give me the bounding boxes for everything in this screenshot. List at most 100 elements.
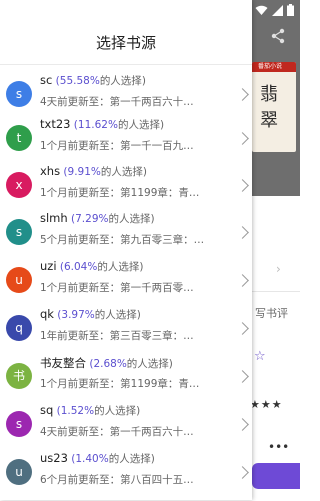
source-title-line: 书友整合 (2.68%的人选择) <box>40 355 173 371</box>
source-list-item[interactable]: 书书友整合 (2.68%的人选择) 1个月前更新至：第1199章：青… <box>0 355 252 405</box>
source-percentage-suffix: 的人选择 <box>94 405 137 417</box>
source-title-line: txt23 (11.62%的人选择) <box>40 117 164 132</box>
source-title-line: qk (3.97%的人选择) <box>40 307 141 322</box>
chevron-right-icon <box>236 418 249 431</box>
source-list-item[interactable]: u uzi (6.04%的人选择) 1个月前更新至：第一千两百零… <box>0 259 252 309</box>
signal-icon <box>272 4 283 16</box>
chevron-right-icon <box>236 226 249 239</box>
source-list-item[interactable]: x xhs (9.91%的人选择) 1个月前更新至：第1199章：青… <box>0 164 252 214</box>
source-percentage: 7.29% <box>75 213 109 225</box>
paren-open: ( <box>52 75 60 87</box>
source-avatar: x <box>6 172 32 198</box>
paren-open: ( <box>67 213 76 225</box>
source-update-info: 1个月前更新至：第1199章：青… <box>40 187 200 199</box>
cover-label: 番茄小说 <box>252 62 296 72</box>
chevron-right-icon <box>236 179 249 192</box>
paren-close: ) <box>150 453 155 465</box>
source-avatar: u <box>6 459 32 485</box>
source-name: sq <box>40 403 54 417</box>
paren-close: ) <box>136 309 141 321</box>
source-update-info: 4天前更新至：第一千两百六十… <box>40 96 194 108</box>
battery-icon <box>287 4 294 16</box>
source-list-item[interactable]: s sc (55.58%的人选择) 4天前更新至：第一千两百六十… <box>0 73 252 123</box>
background-panel <box>252 196 300 500</box>
source-percentage: 3.97% <box>61 309 95 321</box>
source-percentage-suffix: 的人选择 <box>117 119 160 131</box>
cover-art: 翡翠 <box>260 84 278 131</box>
source-percentage-suffix: 的人选择 <box>108 213 151 225</box>
chevron-right-icon <box>236 466 249 479</box>
write-review-link[interactable]: 写书评 <box>255 305 288 321</box>
star-outline-icon: ☆ <box>254 349 266 364</box>
source-percentage: 9.91% <box>67 166 101 178</box>
source-list-item[interactable]: q qk (3.97%的人选择) 1年前更新至：第三百零三章：… <box>0 307 252 357</box>
source-name: qk <box>40 307 54 321</box>
source-avatar: 书 <box>6 363 32 389</box>
paren-open: ( <box>60 166 68 178</box>
source-drawer: 选择书源 s sc (55.58%的人选择) 4天前更新至：第一千两百六十… t txt… <box>0 0 252 500</box>
source-percentage: 11.62% <box>77 119 118 131</box>
status-bar <box>0 0 300 20</box>
chevron-right-icon <box>236 88 249 101</box>
source-percentage-suffix: 的人选择 <box>99 75 142 87</box>
more-icon[interactable]: ••• <box>268 440 289 454</box>
source-percentage: 6.04% <box>63 261 98 273</box>
source-avatar: q <box>6 315 32 341</box>
source-title-line: slmh (7.29%的人选择) <box>40 211 155 226</box>
source-name: 书友整合 <box>40 356 86 370</box>
source-percentage-suffix: 的人选择 <box>108 453 151 465</box>
source-percentage: 1.52% <box>60 405 95 417</box>
source-percentage: 55.58% <box>59 75 100 87</box>
source-percentage-suffix: 的人选择 <box>94 309 137 321</box>
chevron-right-icon <box>236 370 249 383</box>
source-title-line: uzi (6.04%的人选择) <box>40 259 143 274</box>
drawer-title: 选择书源 <box>95 34 156 52</box>
source-avatar: s <box>6 411 32 437</box>
source-percentage: 2.68% <box>93 358 127 370</box>
share-icon[interactable] <box>270 28 286 44</box>
wifi-icon <box>255 5 268 15</box>
source-list-item[interactable]: u us23 (1.40%的人选择) 6个月前更新至：第八百四十五… <box>0 451 252 501</box>
source-name: us23 <box>40 451 68 465</box>
source-avatar: u <box>6 267 32 293</box>
source-percentage-suffix: 的人选择 <box>100 166 143 178</box>
chevron-right-icon <box>236 132 249 145</box>
rating-stars: ★★★ <box>250 398 283 411</box>
source-avatar: t <box>6 125 32 151</box>
source-update-info: 1个月前更新至：第1199章：青… <box>40 378 200 390</box>
paren-close: ) <box>150 213 155 225</box>
paren-close: ) <box>142 166 147 178</box>
paren-open: ( <box>70 119 78 131</box>
source-list-item[interactable]: t txt23 (11.62%的人选择) 1个月前更新至：第一千一百九… <box>0 117 252 167</box>
source-avatar: s <box>6 81 32 107</box>
drawer-divider <box>0 64 252 65</box>
source-title-line: us23 (1.40%的人选择) <box>40 451 155 466</box>
source-name: uzi <box>40 259 57 273</box>
source-percentage: 1.40% <box>75 453 109 465</box>
paren-close: ) <box>159 119 165 131</box>
paren-close: ) <box>141 75 146 87</box>
source-title-line: sc (55.58%的人选择) <box>40 73 146 88</box>
read-button[interactable] <box>252 463 300 489</box>
chevron-right-icon: › <box>276 262 281 276</box>
source-name: slmh <box>40 211 68 225</box>
source-update-info: 1个月前更新至：第一千两百零… <box>40 282 194 294</box>
paren-open: ( <box>53 405 61 417</box>
paren-close: ) <box>139 261 144 273</box>
source-list-item[interactable]: s slmh (7.29%的人选择) 5个月前更新至：第九百零三章：… <box>0 211 252 261</box>
chevron-right-icon <box>236 274 249 287</box>
source-name: sc <box>40 73 53 87</box>
source-title-line: xhs (9.91%的人选择) <box>40 164 147 179</box>
paren-open: ( <box>56 261 64 273</box>
chevron-right-icon <box>236 322 249 335</box>
source-update-info: 5个月前更新至：第九百零三章：… <box>40 234 205 246</box>
source-update-info: 4天前更新至：第一千两百六十… <box>40 426 194 438</box>
source-update-info: 1个月前更新至：第一千一百九… <box>40 140 194 152</box>
book-cover[interactable]: 番茄小说 翡翠 <box>252 62 296 152</box>
source-percentage-suffix: 的人选择 <box>126 358 169 370</box>
source-list-item[interactable]: s sq (1.52%的人选择) 4天前更新至：第一千两百六十… <box>0 403 252 453</box>
source-update-info: 1年前更新至：第三百零三章：… <box>40 330 194 342</box>
source-update-info: 6个月前更新至：第八百四十五… <box>40 474 194 486</box>
paren-close: ) <box>168 358 173 370</box>
paren-close: ) <box>136 405 141 417</box>
